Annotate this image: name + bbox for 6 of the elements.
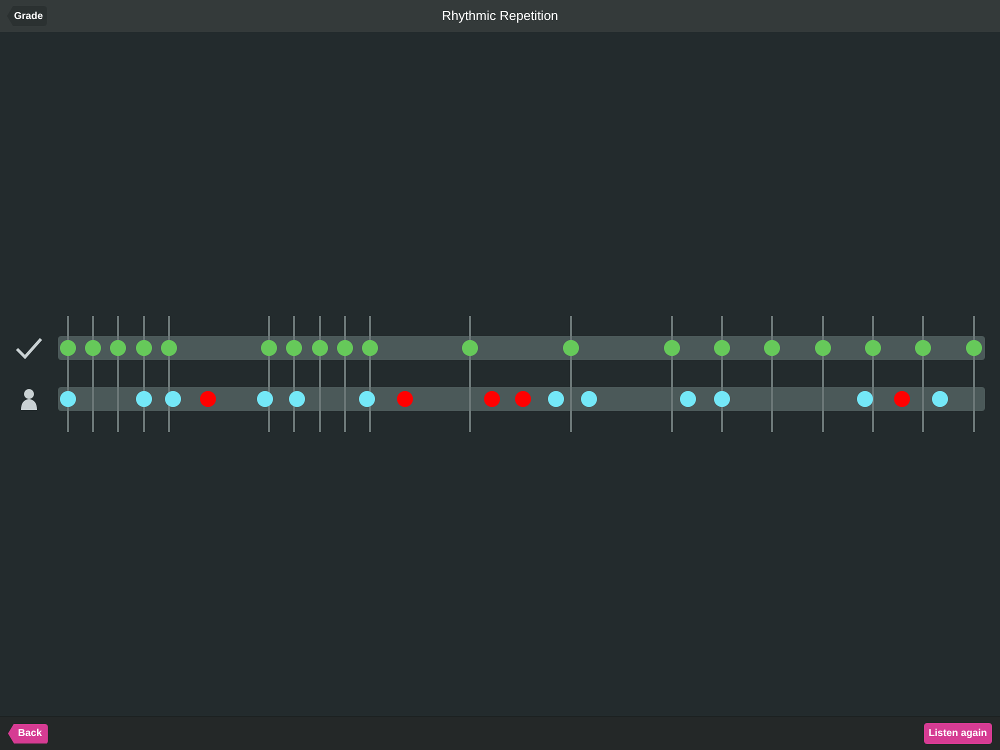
back-button[interactable]: Back: [8, 724, 48, 744]
person-icon: [20, 388, 38, 410]
screen-title: Rhythmic Repetition: [442, 7, 558, 26]
listen-again-button[interactable]: Listen again: [924, 723, 992, 744]
grade-button[interactable]: Grade: [7, 6, 47, 26]
checkmark-icon: [15, 337, 43, 359]
